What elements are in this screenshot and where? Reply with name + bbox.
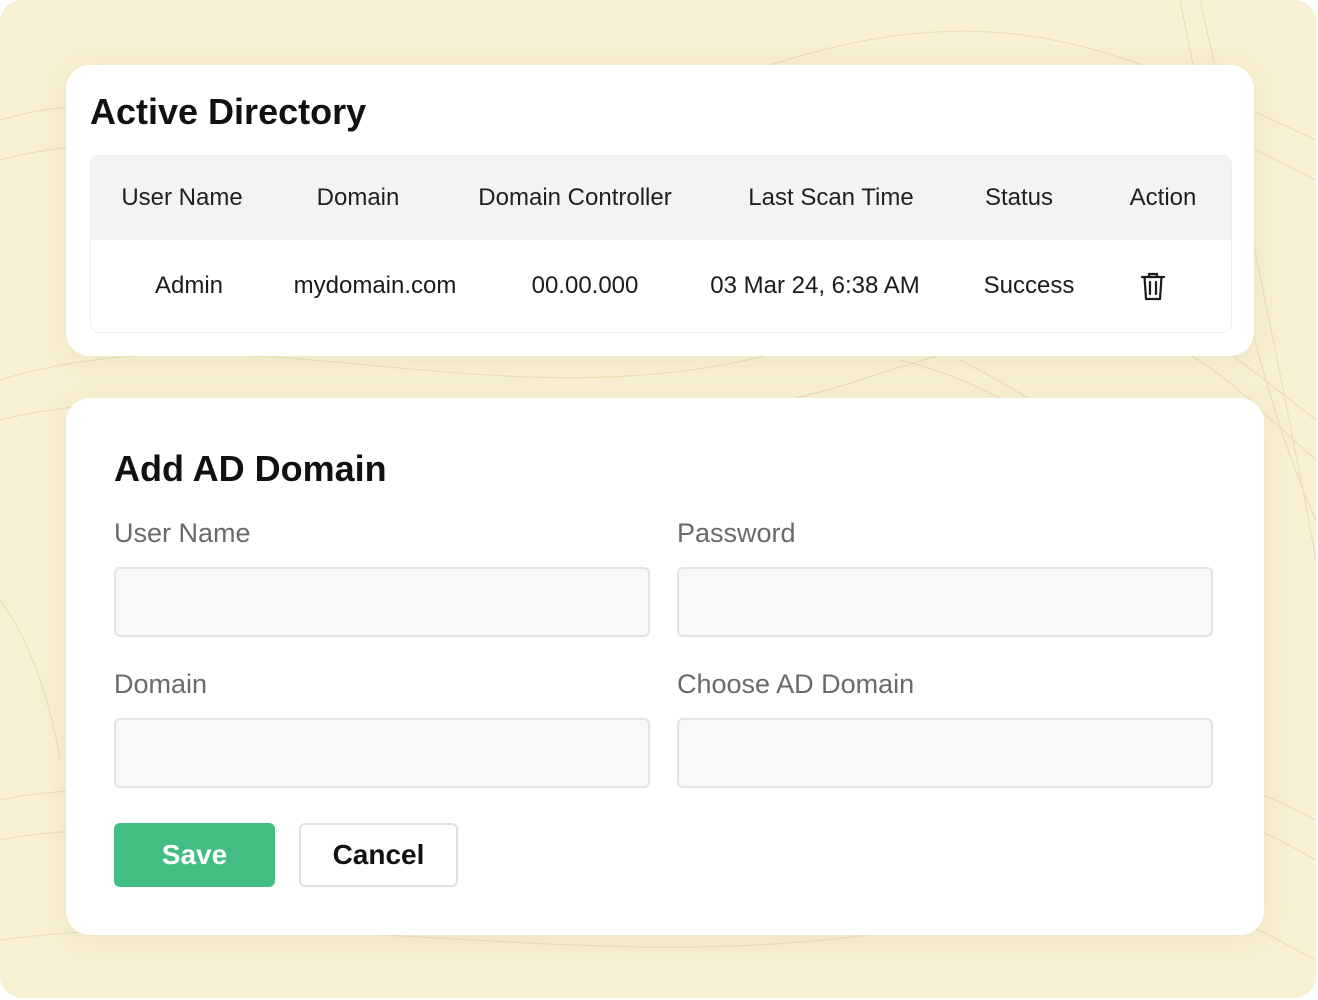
column-header-action: Action xyxy=(1129,184,1197,211)
page-background: Active Directory User Name Domain Domain… xyxy=(0,0,1316,998)
active-directory-table: User Name Domain Domain Controller Last … xyxy=(90,155,1232,333)
save-button[interactable]: Save xyxy=(114,823,275,887)
password-input[interactable] xyxy=(677,567,1213,637)
cell-domain: mydomain.com xyxy=(293,272,457,299)
column-header-last-scan-time: Last Scan Time xyxy=(748,184,914,211)
active-directory-card: Active Directory User Name Domain Domain… xyxy=(66,65,1254,356)
cancel-button[interactable]: Cancel xyxy=(299,823,458,887)
password-label: Password xyxy=(677,518,796,548)
cell-last-scan-time: 03 Mar 24, 6:38 AM xyxy=(710,272,920,299)
column-header-user-name: User Name xyxy=(121,184,243,211)
add-ad-domain-title: Add AD Domain xyxy=(114,448,387,489)
table-header-row: User Name Domain Domain Controller Last … xyxy=(91,156,1231,240)
trash-icon[interactable] xyxy=(1140,271,1166,301)
delete-action[interactable] xyxy=(1121,240,1185,332)
choose-ad-domain-input[interactable] xyxy=(677,718,1213,788)
domain-input[interactable] xyxy=(114,718,650,788)
domain-label: Domain xyxy=(114,669,208,699)
active-directory-title: Active Directory xyxy=(90,91,367,132)
column-header-status: Status xyxy=(984,184,1054,211)
user-name-label: User Name xyxy=(114,518,251,548)
user-name-input[interactable] xyxy=(114,567,650,637)
column-header-domain: Domain xyxy=(316,184,400,211)
cell-status: Success xyxy=(983,272,1075,299)
table-row: Admin mydomain.com 00.00.000 03 Mar 24, … xyxy=(91,240,1231,332)
cell-user-name: Admin xyxy=(154,272,224,299)
cell-domain-controller: 00.00.000 xyxy=(531,272,639,299)
add-ad-domain-card: Add AD Domain User Name Password Domain … xyxy=(66,398,1264,935)
column-header-domain-controller: Domain Controller xyxy=(478,184,672,211)
choose-ad-domain-label: Choose AD Domain xyxy=(677,669,915,699)
